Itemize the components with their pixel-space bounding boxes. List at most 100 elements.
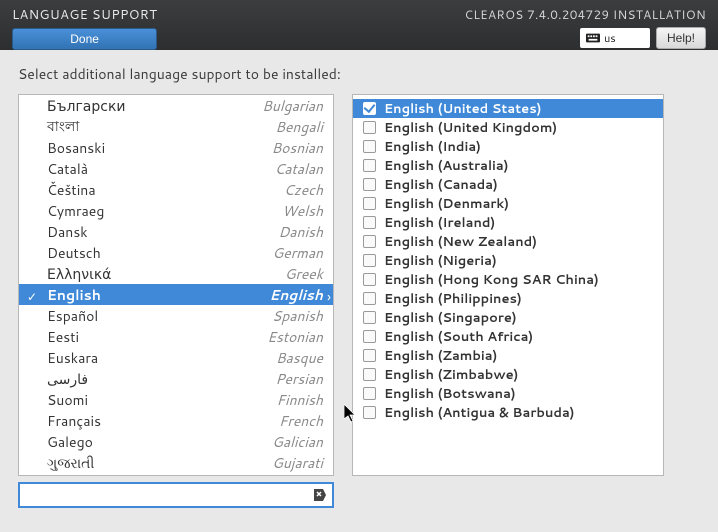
locale-label: English (Zimbabwe): [384, 366, 518, 384]
language-english-label: Hindi: [289, 474, 323, 477]
language-row[interactable]: CymraegWelsh: [19, 200, 333, 221]
locale-row[interactable]: English (Australia): [353, 156, 663, 175]
language-row[interactable]: Suomi Finnish: [19, 389, 333, 410]
locale-row[interactable]: English (Nigeria): [353, 251, 663, 270]
language-native-label: Cymraeg: [47, 201, 104, 221]
locale-checkbox[interactable]: [363, 159, 376, 172]
language-english-label: Galician: [272, 432, 323, 452]
locale-checkbox[interactable]: [363, 216, 376, 229]
locale-checkbox[interactable]: [363, 387, 376, 400]
keyboard-layout-label: us: [604, 30, 616, 46]
help-button[interactable]: Help!: [656, 27, 706, 49]
language-row[interactable]: CatalàCatalan: [19, 158, 333, 179]
language-row[interactable]: فارسی Persian: [19, 368, 333, 389]
language-native-label: Български: [47, 96, 126, 116]
locale-row[interactable]: English (Zambia): [353, 346, 663, 365]
language-english-label: Finnish: [276, 390, 323, 410]
language-row[interactable]: हिंदीHindi: [19, 473, 333, 476]
language-row[interactable]: GalegoGalician: [19, 431, 333, 452]
language-english-label: Bulgarian: [262, 96, 323, 116]
language-row[interactable]: Dansk Danish: [19, 221, 333, 242]
language-english-label: Bengali: [275, 117, 323, 137]
locale-row[interactable]: English (Antigua & Barbuda): [353, 403, 663, 422]
language-row[interactable]: Български Bulgarian: [19, 95, 333, 116]
language-row[interactable]: Deutsch German: [19, 242, 333, 263]
locale-row[interactable]: English (Hong Kong SAR China): [353, 270, 663, 289]
language-row[interactable]: বাংলা Bengali: [19, 116, 333, 137]
language-english-label: German: [272, 243, 323, 263]
search-input[interactable]: [18, 482, 334, 508]
language-row[interactable]: Eesti Estonian: [19, 326, 333, 347]
locale-row[interactable]: English (New Zealand): [353, 232, 663, 251]
language-english-label: Czech: [284, 180, 323, 200]
locale-checkbox[interactable]: [363, 235, 376, 248]
locale-checkbox[interactable]: [363, 178, 376, 191]
locale-row[interactable]: English (Botswana): [353, 384, 663, 403]
locale-checkbox[interactable]: [363, 406, 376, 419]
locale-label: English (Australia): [384, 157, 508, 175]
locale-checkbox[interactable]: [363, 140, 376, 153]
locale-checkbox[interactable]: [363, 330, 376, 343]
locale-row[interactable]: English (United Kingdom): [353, 118, 663, 137]
locale-checkbox[interactable]: [363, 254, 376, 267]
language-english-label: Danish: [278, 222, 323, 242]
language-english-label: Estonian: [267, 327, 323, 347]
locale-list[interactable]: English (United States)English (United K…: [352, 94, 664, 476]
language-native-label: فارسی: [47, 369, 88, 389]
language-row[interactable]: ✓EnglishEnglish›: [19, 284, 333, 305]
locale-row[interactable]: English (Philippines): [353, 289, 663, 308]
language-english-label: Catalan: [274, 159, 323, 179]
locale-checkbox[interactable]: [363, 311, 376, 324]
locale-checkbox[interactable]: [363, 368, 376, 381]
locale-row[interactable]: English (India): [353, 137, 663, 156]
language-english-label: Greek: [285, 264, 323, 284]
locale-label: English (India): [384, 138, 481, 156]
language-row[interactable]: ČeštinaCzech: [19, 179, 333, 200]
clear-search-icon[interactable]: [312, 487, 328, 503]
chevron-right-icon: ›: [327, 287, 331, 307]
language-row[interactable]: ΕλληνικάGreek: [19, 263, 333, 284]
locale-checkbox[interactable]: [363, 349, 376, 362]
language-row[interactable]: EuskaraBasque: [19, 347, 333, 368]
locale-row[interactable]: English (Ireland): [353, 213, 663, 232]
language-row[interactable]: Español Spanish: [19, 305, 333, 326]
prompt-text: Select additional language support to be…: [18, 64, 700, 84]
language-row[interactable]: ગુજરાતીGujarati: [19, 452, 333, 473]
language-native-label: বাংলা: [47, 115, 79, 139]
language-list[interactable]: Български Bulgarian বাংলা BengaliBosanskiBo…: [18, 94, 334, 476]
check-icon: ✓: [27, 288, 37, 305]
locale-label: English (Botswana): [384, 385, 516, 403]
locale-row[interactable]: English (Canada): [353, 175, 663, 194]
locale-checkbox[interactable]: [363, 292, 376, 305]
locale-checkbox[interactable]: [363, 102, 376, 115]
language-english-label: Persian: [275, 369, 323, 389]
language-native-label: Suomi: [47, 390, 88, 410]
locale-checkbox[interactable]: [363, 121, 376, 134]
header-bar: LANGUAGE SUPPORT Done CLEAROS 7.4.0.2047…: [0, 0, 718, 50]
done-button[interactable]: Done: [12, 28, 157, 50]
language-english-label: Spanish: [272, 306, 323, 326]
locale-label: English (Canada): [384, 176, 498, 194]
locale-row[interactable]: English (United States): [353, 99, 663, 118]
locale-label: English (New Zealand): [384, 233, 537, 251]
language-native-label: Dansk: [47, 222, 88, 242]
locale-row[interactable]: English (Denmark): [353, 194, 663, 213]
locale-checkbox[interactable]: [363, 197, 376, 210]
locale-label: English (United States): [384, 100, 541, 118]
install-title: CLEAROS 7.4.0.204729 INSTALLATION: [464, 6, 706, 23]
locale-row[interactable]: English (South Africa): [353, 327, 663, 346]
locale-checkbox[interactable]: [363, 273, 376, 286]
locale-row[interactable]: English (Singapore): [353, 308, 663, 327]
language-row[interactable]: FrançaisFrench: [19, 410, 333, 431]
language-native-label: Deutsch: [47, 243, 101, 263]
locale-label: English (Zambia): [384, 347, 497, 365]
keyboard-indicator[interactable]: us: [580, 28, 650, 48]
locale-row[interactable]: English (Zimbabwe): [353, 365, 663, 384]
language-english-label: English: [269, 285, 323, 305]
language-row[interactable]: BosanskiBosnian: [19, 137, 333, 158]
language-english-label: Basque: [276, 348, 323, 368]
keyboard-icon: [586, 33, 600, 43]
language-english-label: Bosnian: [272, 138, 324, 158]
language-native-label: Eesti: [47, 327, 79, 347]
language-native-label: Español: [47, 306, 98, 326]
